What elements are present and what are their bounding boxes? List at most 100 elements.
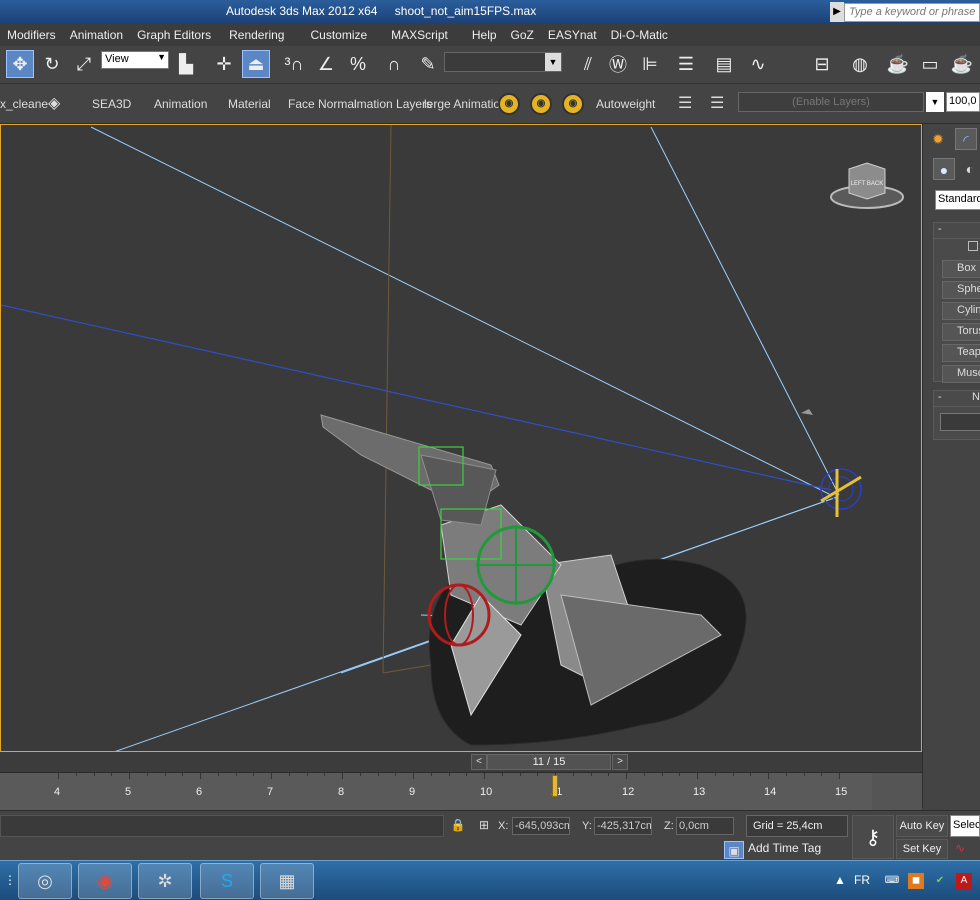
layer-weight-field[interactable]: 100,0 [946,92,980,112]
named-selection-set-select[interactable]: ▼ [444,52,562,72]
add-time-tag-button[interactable]: Add Time Tag [748,841,821,855]
time-slider-thumb[interactable]: 11 / 15 [487,754,611,770]
geometry-icon[interactable]: ● [933,158,955,180]
tray-orange-app-icon[interactable]: ◼ [908,873,924,889]
render-setup-icon[interactable]: ☕ [884,50,912,78]
tray-adobe-icon[interactable]: A [956,873,972,889]
object-category-select[interactable]: Standard [935,190,980,210]
autogrid-checkbox[interactable] [968,241,978,251]
key-curve-icon[interactable]: ∿ [950,839,970,857]
tray-security-icon[interactable]: ✔ [932,873,948,889]
tab-autoweight[interactable]: Autoweight [596,97,655,111]
menu-graph-editors[interactable]: Graph Editors [130,28,218,42]
animation-layers-select[interactable]: (Enable Layers) [738,92,924,112]
tab-material[interactable]: Material [228,97,271,111]
show-hidden-icons-icon[interactable]: ▲ [830,871,850,889]
menu-customize[interactable]: Customize [303,28,374,42]
menu-rendering[interactable]: Rendering [222,28,291,42]
menu-animation[interactable]: Animation [63,28,130,42]
frame-ruler[interactable]: 456789101112131415 [0,773,872,811]
menu-maxscript[interactable]: MAXScript [384,28,455,42]
select-manipulate-icon[interactable]: ✛ [210,50,238,78]
snaps-toggle-icon[interactable]: ³∩ [280,50,308,78]
cylinder-button[interactable]: Cylinder [942,302,980,320]
tab-x-cleane[interactable]: x_cleane [0,97,48,111]
taskbar-skype-icon[interactable]: S [200,863,254,899]
graphite-toolbar-icon[interactable]: ▤ [710,50,738,78]
select-move-icon[interactable]: ✥ [6,50,34,78]
tab-face-normal[interactable]: Face Normal [288,97,357,111]
layer-lock-icon[interactable]: ◉ [530,93,552,115]
z-coordinate-field[interactable]: 0,0cm [676,817,734,835]
keyboard-shortcut-override-icon[interactable]: ⏏ [242,50,270,78]
x-coordinate-field[interactable]: -645,093cm [512,817,570,835]
perspective-viewport[interactable]: LEFT BACK [0,124,922,752]
mirror-icon[interactable]: ⫽ [574,50,602,78]
menu-modifiers[interactable]: Modifiers [0,28,63,42]
chevron-down-icon[interactable]: ▼ [926,92,944,112]
help-search-input[interactable]: Type a keyword or phrase [844,3,980,22]
y-coordinate-field[interactable]: -425,317cm [594,817,652,835]
pivot-center-icon[interactable]: ▙ [172,50,200,78]
rollout-header[interactable]: -N [934,391,980,407]
layers-stack-icon[interactable]: ☰ [678,93,692,113]
edit-named-selection-icon[interactable]: ✎ [414,50,442,78]
material-editor-icon[interactable]: ◍ [846,50,874,78]
tab-merge-animation[interactable]: lerge Animatio [424,97,500,111]
layer-add-icon[interactable]: ◉ [562,93,584,115]
previous-frame-button[interactable]: < [471,754,487,770]
selection-lock-icon[interactable]: 🔒 [448,816,468,834]
set-keys-key-icon[interactable]: ⚷ [852,815,894,859]
search-expand-icon[interactable]: ▶ [830,2,844,22]
taskbar-3dsmax-icon[interactable]: ◎ [18,863,72,899]
modify-tab-icon[interactable]: ◜ [955,128,977,150]
track-bar[interactable]: 456789101112131415 [0,772,922,811]
percent-snap-icon[interactable]: % [344,50,372,78]
taskbar-counter-strike-icon[interactable]: ✲ [138,863,192,899]
layer-manager-icon[interactable]: ☰ [672,50,700,78]
wstar-icon[interactable]: Ⓦ [604,50,632,78]
key-filter-select[interactable]: Selected [950,815,980,837]
select-scale-icon[interactable]: ⤢ [70,50,98,78]
layers-add-icon[interactable]: ☰ [710,93,724,113]
curve-editor-icon[interactable]: ∿ [744,50,772,78]
muscle-button[interactable]: Muscle [942,365,980,383]
create-tab-icon[interactable]: ✹ [927,128,949,150]
rendered-frame-window-icon[interactable]: ▭ [916,50,944,78]
shapes-icon[interactable]: ◐ [959,158,980,180]
spinner-snap-icon[interactable]: ∩ [380,50,408,78]
schematic-view-icon[interactable]: ⊟ [808,50,836,78]
auto-key-button[interactable]: Auto Key [896,815,948,837]
time-tag-icon[interactable]: ▣ [724,841,744,859]
current-frame-marker[interactable] [552,775,558,797]
tab-sea3d[interactable]: SEA3D [92,97,131,111]
tray-keyboard-icon[interactable]: ⌨ [884,873,900,889]
teapot-button[interactable]: Teapot [942,344,980,362]
next-frame-button[interactable]: > [612,754,628,770]
tab-animation[interactable]: Animation [154,97,207,111]
tab-animation-layers[interactable]: imation Layers [354,97,432,111]
time-slider[interactable]: < 11 / 15 > [0,752,922,772]
render-production-icon[interactable]: ☕ [948,50,976,78]
start-edge-icon[interactable]: ⋮ [0,871,20,889]
taskbar-chrome-icon[interactable]: ◉ [78,863,132,899]
language-indicator[interactable]: FR [854,873,870,887]
reference-coordinate-select[interactable]: View ▼ [101,51,169,69]
box-button[interactable]: Box [942,260,980,278]
layer-icon[interactable]: ◉ [498,93,520,115]
menu-easynat[interactable]: EASYnat [541,28,604,42]
menu-goz[interactable]: GoZ [504,28,541,42]
angle-snap-icon[interactable]: ∠ [312,50,340,78]
sphere-button[interactable]: Sphere [942,281,980,299]
select-rotate-icon[interactable]: ↻ [38,50,66,78]
menu-help[interactable]: Help [465,28,504,42]
absolute-mode-transform-icon[interactable]: ⊞ [474,816,494,834]
diamond-grid-icon[interactable]: ◈ [48,93,60,113]
align-icon[interactable]: ⊫ [636,50,664,78]
menu-di-o-matic[interactable]: Di-O-Matic [604,28,675,42]
rollout-header[interactable]: - [934,223,980,239]
taskbar-image-viewer-icon[interactable]: ▦ [260,863,314,899]
set-key-button[interactable]: Set Key [896,839,948,859]
torus-button[interactable]: Torus [942,323,980,341]
object-name-input[interactable] [940,413,980,431]
